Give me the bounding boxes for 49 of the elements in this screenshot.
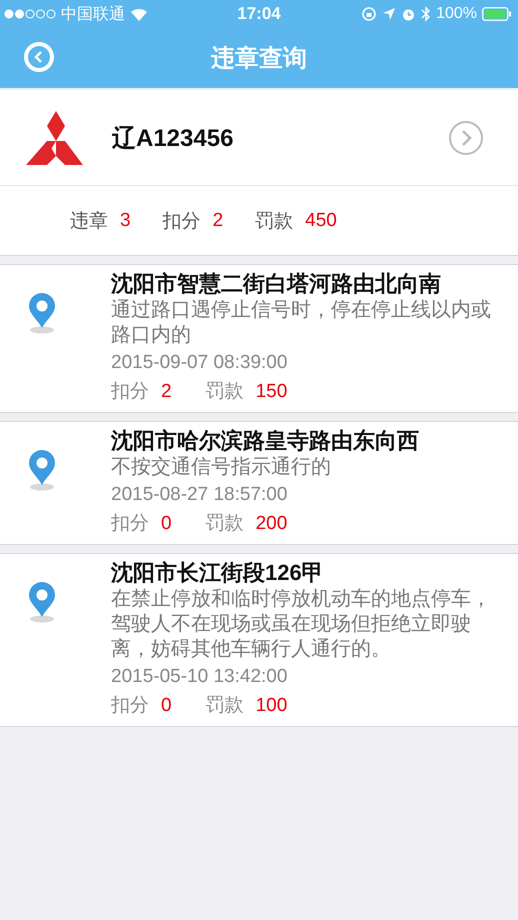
summary-value: 2 bbox=[212, 210, 224, 232]
violation-time: 2015-08-27 18:57:00 bbox=[111, 483, 288, 507]
violation-description: 在禁止停放和临时停放机动车的地点停车，驾驶人不在现场或虽在现场但拒绝立即驶离，妨碍其他车辆行人通行的。 bbox=[111, 587, 492, 662]
signal-icon bbox=[4, 9, 56, 19]
wifi-icon bbox=[130, 8, 148, 20]
violation-time: 2015-05-10 13:42:00 bbox=[111, 665, 288, 689]
violation-location: 沈阳市智慧二街白塔河路由北向南 bbox=[111, 270, 442, 298]
fine-label: 罚款 bbox=[206, 512, 244, 536]
violation-card[interactable]: 沈阳市长江街段126甲 在禁止停放和临时停放机动车的地点停车，驾驶人不在现场或虽在现场但拒绝立即驶离，妨碍其他车辆行人通行的。 2015-05-10 13:42:00 扣分 0 罚款 100 bbox=[0, 553, 518, 727]
bluetooth-icon bbox=[421, 6, 432, 22]
violation-description: 不按交通信号指示通行的 bbox=[111, 455, 332, 480]
violation-card[interactable]: 沈阳市哈尔滨路皇寺路由东向西 不按交通信号指示通行的 2015-08-27 18:57:00 扣分 0 罚款 200 bbox=[0, 421, 518, 545]
points-value: 0 bbox=[161, 512, 172, 536]
fine-label: 罚款 bbox=[206, 380, 244, 404]
summary-value: 450 bbox=[305, 210, 337, 232]
points-label: 扣分 bbox=[111, 512, 149, 536]
rotation-lock-icon bbox=[361, 6, 378, 22]
fine-label: 罚款 bbox=[206, 694, 244, 718]
summary-label: 扣分 bbox=[162, 210, 201, 234]
license-plate: 辽A123456 bbox=[112, 124, 234, 154]
violation-location: 沈阳市长江街段126甲 bbox=[111, 559, 325, 587]
points-label: 扣分 bbox=[111, 694, 149, 718]
status-time: 17:04 bbox=[237, 4, 281, 24]
violation-time: 2015-09-07 08:39:00 bbox=[111, 351, 288, 375]
points-label: 扣分 bbox=[111, 380, 149, 404]
summary-value: 3 bbox=[120, 210, 131, 232]
summary-label: 违章 bbox=[70, 210, 108, 234]
location-pin-icon bbox=[26, 292, 58, 334]
page-title: 违章查询 bbox=[211, 44, 307, 74]
points-value: 2 bbox=[161, 380, 172, 404]
chevron-right-icon bbox=[448, 120, 484, 156]
violation-card[interactable]: 沈阳市智慧二街白塔河路由北向南 通过路口遇停止信号时，停在停止线以内或路口内的 2015-09-07 08:39:00 扣分 2 罚款 150 bbox=[0, 264, 518, 413]
summary-label: 罚款 bbox=[255, 210, 294, 234]
location-pin-icon bbox=[26, 581, 58, 623]
location-pin-icon bbox=[26, 449, 58, 491]
car-logo-icon bbox=[26, 110, 86, 164]
vehicle-card[interactable]: 辽A123456 违章 3 扣分 2 罚款 450 bbox=[0, 90, 518, 256]
violation-description: 通过路口遇停止信号时，停在停止线以内或路口内的 bbox=[111, 298, 492, 348]
battery-icon bbox=[482, 7, 512, 21]
points-value: 0 bbox=[161, 694, 172, 718]
fine-value: 100 bbox=[256, 694, 288, 718]
alarm-icon bbox=[401, 6, 416, 22]
location-arrow-icon bbox=[382, 7, 396, 21]
fine-value: 200 bbox=[256, 512, 288, 536]
carrier-name: 中国联通 bbox=[61, 4, 125, 24]
fine-value: 150 bbox=[256, 380, 288, 404]
battery-percent: 100% bbox=[436, 5, 477, 23]
back-button[interactable] bbox=[22, 40, 56, 74]
violation-location: 沈阳市哈尔滨路皇寺路由东向西 bbox=[111, 427, 420, 455]
